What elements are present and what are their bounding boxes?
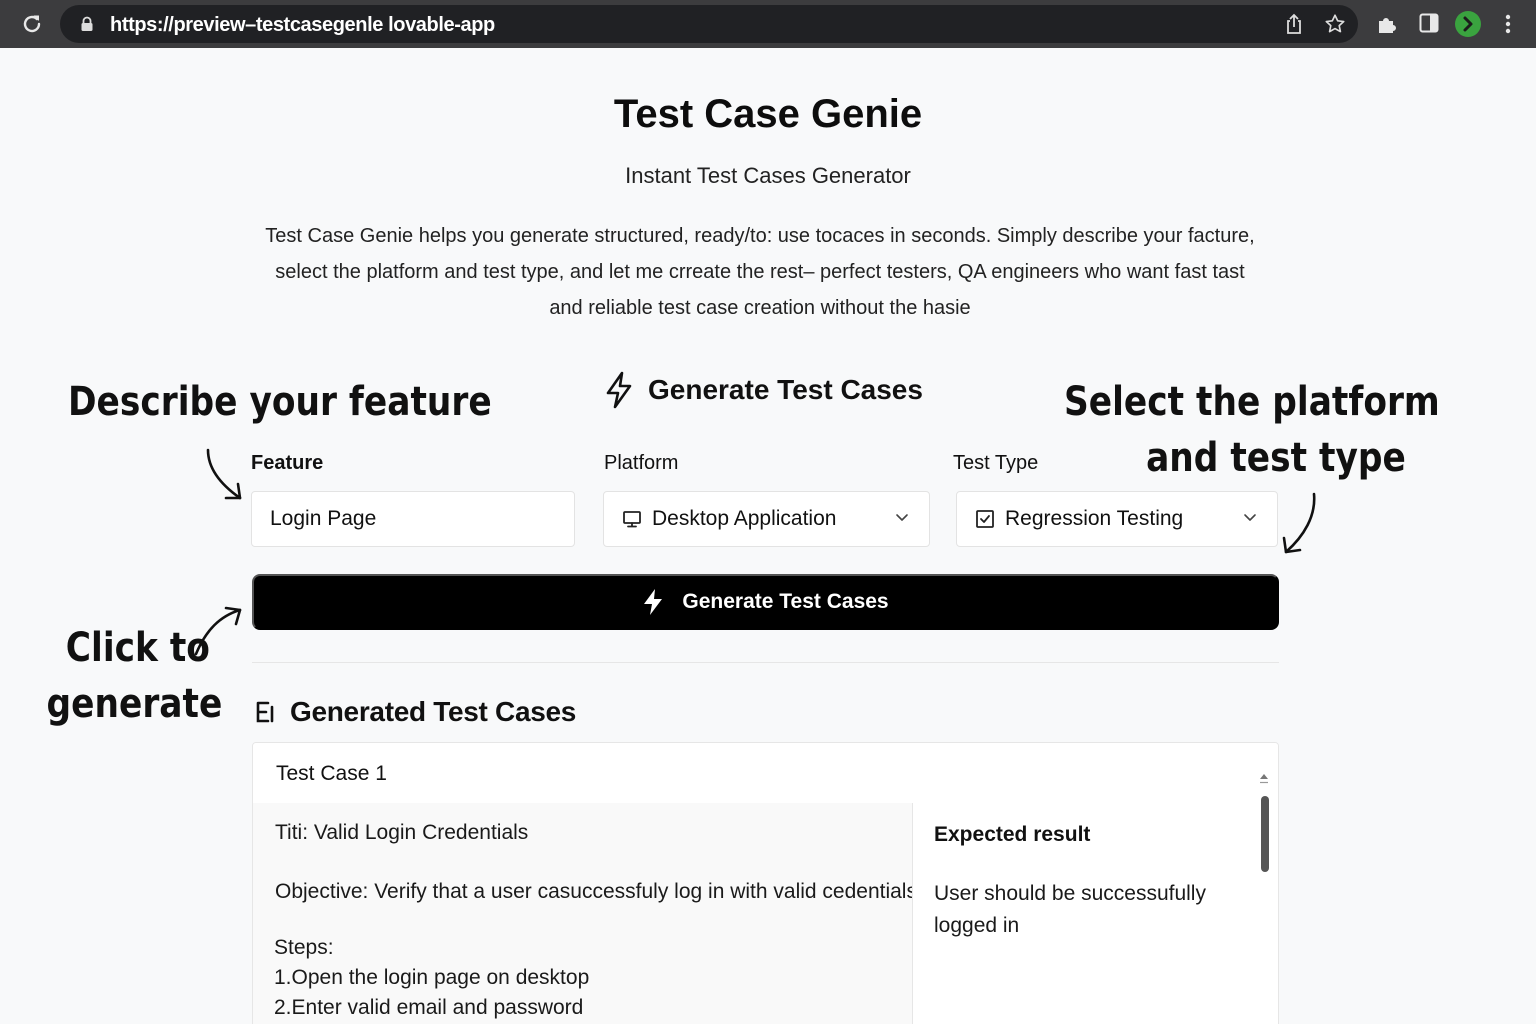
bolt-icon [606, 371, 632, 409]
share-icon[interactable] [1284, 13, 1304, 35]
feature-input-value: Login Page [270, 507, 377, 530]
section-title: Generate Test Cases [648, 374, 923, 405]
reload-icon[interactable] [20, 12, 44, 36]
annotation-line: and test type [1146, 435, 1406, 481]
address-bar[interactable]: https://preview–testcasegenle lovable-ap… [60, 5, 1358, 43]
url-text[interactable]: https://preview–testcasegenle lovable-ap… [110, 14, 495, 37]
bolt-icon [644, 589, 663, 615]
platform-label: Platform [604, 452, 679, 474]
expected-result-label: Expected result [934, 823, 1091, 846]
platform-select-value: Desktop Application [652, 507, 837, 530]
annotation-describe-feature: Describe your feature [68, 379, 492, 425]
test-case-steps: Steps: 1.Open the login page on desktop … [274, 933, 589, 1023]
scrollbar-thumb[interactable] [1261, 796, 1269, 872]
annotation-arrow-icon [1282, 492, 1316, 554]
generate-button[interactable]: Generate Test Cases [252, 574, 1279, 630]
generate-button-label: Generate Test Cases [682, 590, 889, 613]
puzzle-icon[interactable] [1376, 13, 1398, 35]
step-item: 1.Open the login page on desktop [274, 966, 590, 989]
page-subtitle: Instant Test Cases Generator [625, 163, 911, 188]
test-case-objective: Objective: Verify that a user casuccessf… [275, 880, 917, 903]
description-line: Test Case Genie helps you generate struc… [265, 225, 1255, 247]
test-case-name: Test Case 1 [276, 762, 387, 785]
chevron-down-icon [896, 514, 908, 521]
expected-result-value: User should be successufully logged in [934, 882, 1206, 937]
test-case-header[interactable]: Test Case 1 [253, 743, 1278, 803]
test-type-select[interactable]: Regression Testing [956, 491, 1278, 547]
step-item: 2.Enter valid email and password [274, 996, 584, 1019]
annotation-arrow-icon [194, 606, 242, 656]
star-icon[interactable] [1324, 13, 1346, 35]
test-type-select-value: Regression Testing [1005, 507, 1184, 530]
profile-avatar[interactable] [1455, 11, 1481, 37]
generate-section-heading: Generate Test Cases [604, 370, 923, 410]
annotation-arrow-icon [206, 448, 242, 500]
test-case-title: Titi: Valid Login Credentials [275, 821, 529, 844]
feature-label: Feature [251, 452, 324, 474]
chevron-down-icon [1244, 514, 1256, 521]
page-description: Test Case Genie helps you generate struc… [250, 218, 1270, 326]
page-title: Test Case Genie [613, 92, 923, 136]
side-panel-icon[interactable] [1419, 13, 1439, 33]
expected-result-panel: Expected result User should be successuf… [913, 803, 1263, 1024]
test-type-label: Test Type [953, 452, 1039, 474]
results-title: Generated Test Cases [290, 696, 577, 727]
steps-label: Steps: [274, 936, 334, 959]
feature-input[interactable]: Login Page [251, 491, 575, 547]
annotation-line: generate [46, 681, 223, 727]
description-line: select the platform and test type, and l… [275, 261, 1245, 283]
platform-select[interactable]: Desktop Application [603, 491, 930, 547]
chevron-right-icon [1463, 16, 1473, 32]
lock-icon [81, 16, 93, 31]
scroll-up-icon[interactable] [1259, 772, 1269, 784]
test-case-card: Test Case 1 Titi: Valid Login Credential… [252, 742, 1279, 1024]
description-line: and reliable test case creation without … [549, 297, 971, 319]
annotation-line: Select the platform [1064, 379, 1440, 425]
test-type-icon [976, 510, 994, 528]
monitor-icon [623, 511, 641, 528]
annotation-select-platform: Select the platform and test type [1064, 374, 1440, 486]
section-divider [252, 662, 1279, 663]
list-icon [256, 701, 274, 723]
results-heading: Generated Test Cases [254, 692, 576, 732]
test-case-details: Titi: Valid Login Credentials Objective:… [253, 803, 917, 1024]
kebab-menu-icon[interactable] [1500, 12, 1516, 36]
browser-toolbar: https://preview–testcasegenle lovable-ap… [0, 0, 1536, 48]
